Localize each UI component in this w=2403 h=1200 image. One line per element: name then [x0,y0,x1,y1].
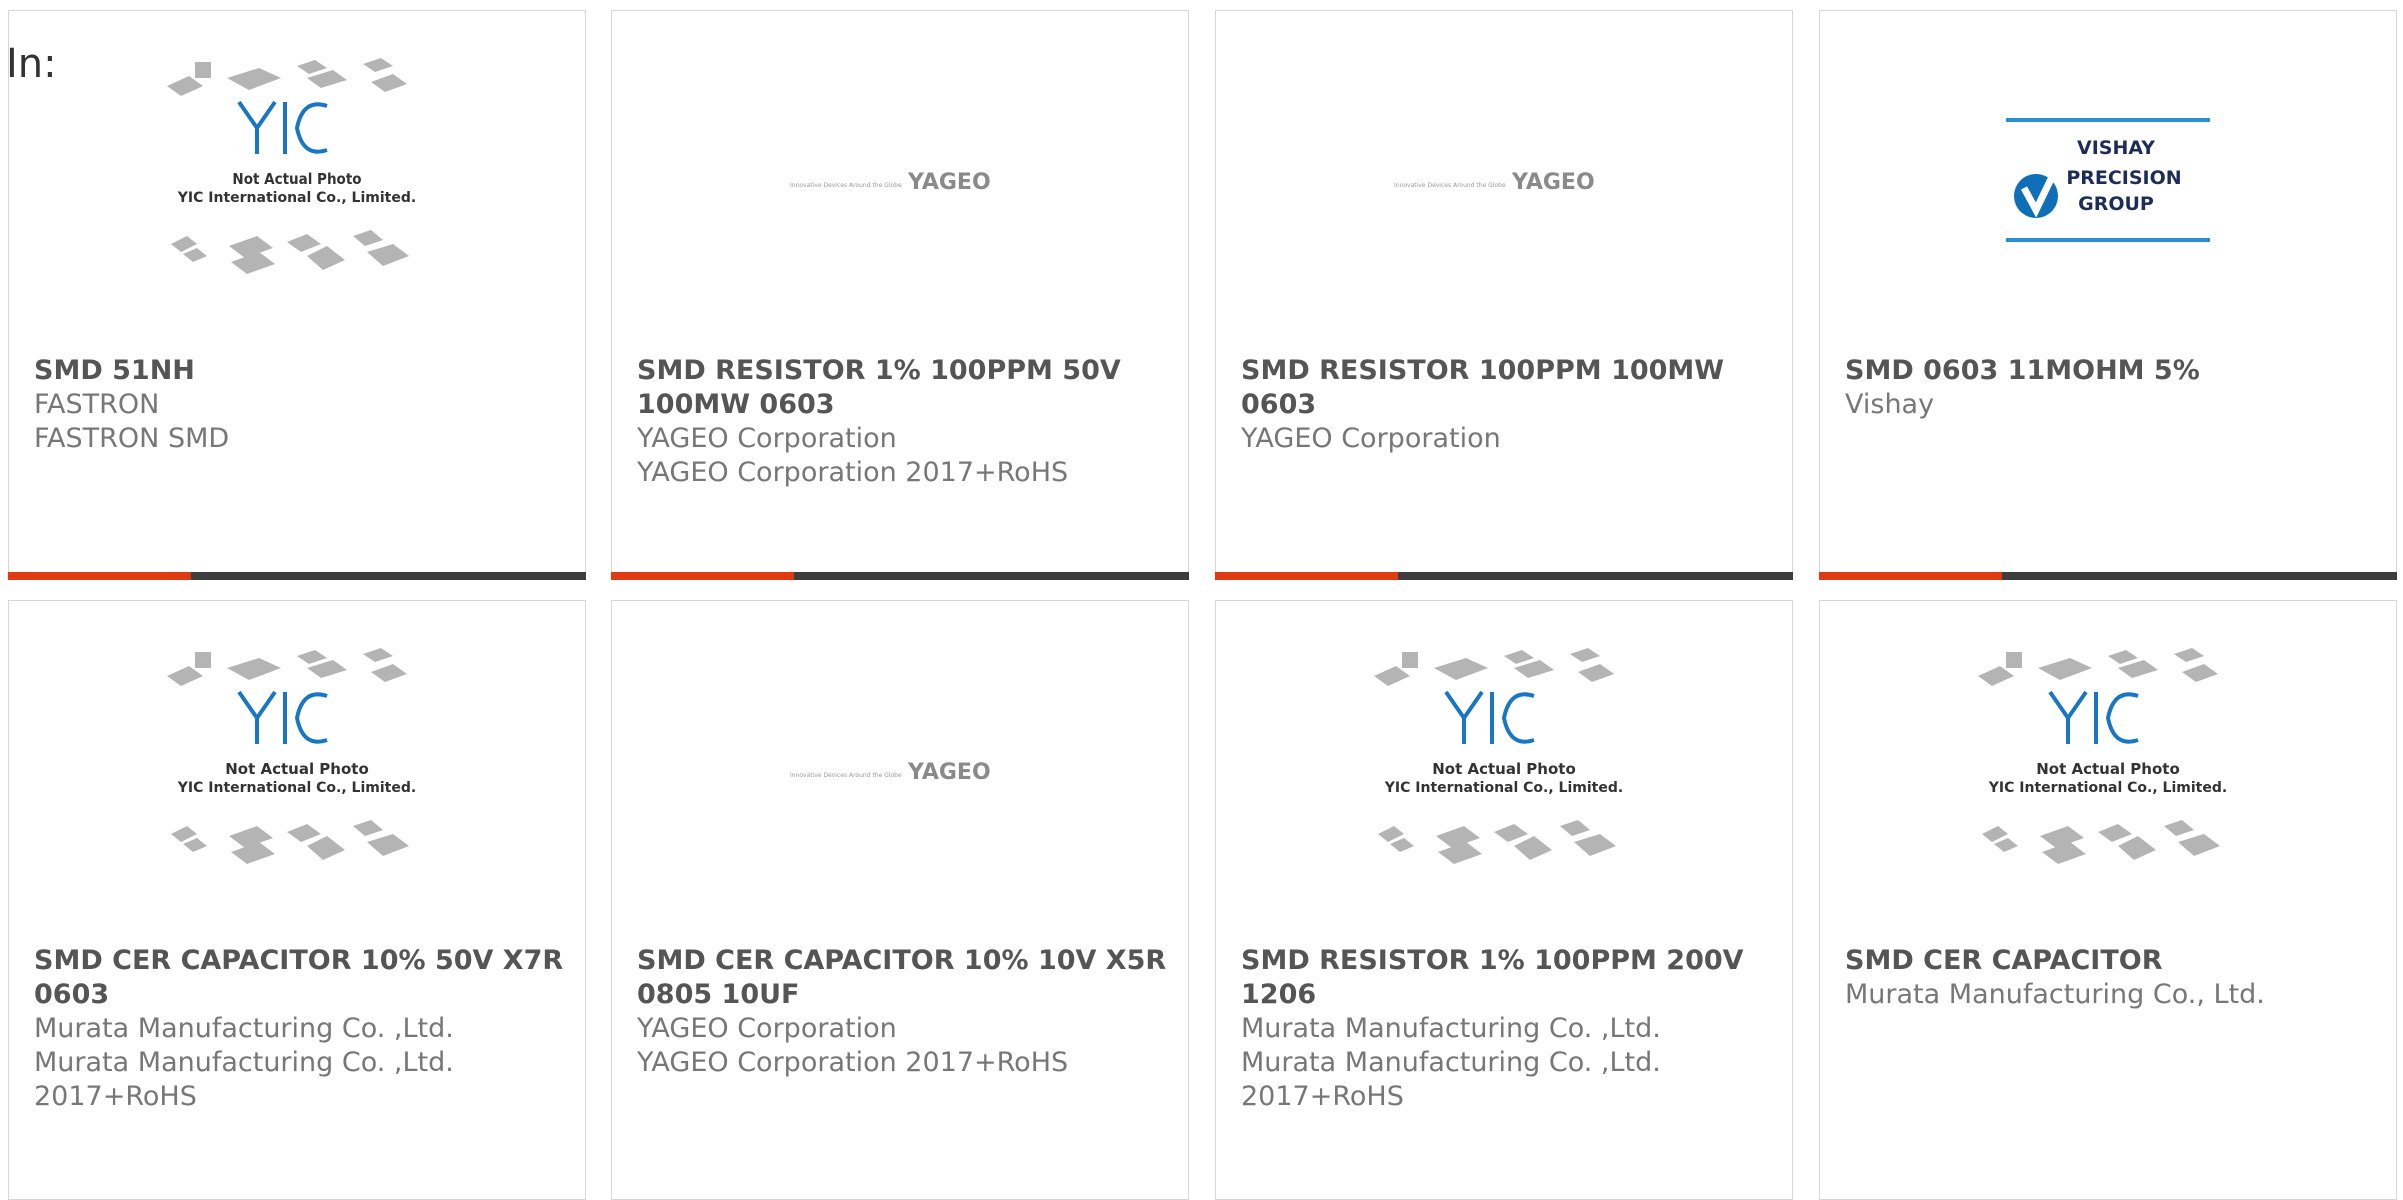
yageo-tagline: Innovative Devices Around the Globe [1394,182,1506,189]
product-grid: Not Actual Photo YIC International Co., … [8,10,2403,1200]
product-title[interactable]: SMD 0603 11MOHM 5% [1845,354,2376,388]
product-detail: Murata Manufacturing Co. ,Ltd. 2017+RoHS [34,1047,454,1112]
placeholder-line-1: Not Actual Photo [2036,760,2180,778]
product-card[interactable]: Not Actual Photo YIC International Co., … [8,600,586,1200]
yageo-logo-image: Innovative Devices Around the Globe YAGE… [790,170,991,195]
card-bottom-bar [611,572,1189,580]
yageo-name: YAGEO [1511,170,1595,195]
product-card[interactable]: Innovative Devices Around the Globe YAGE… [1215,10,1793,580]
product-manufacturer: YAGEO Corporation [1241,423,1501,454]
yageo-name: YAGEO [907,170,991,195]
in-label: In: [6,41,57,87]
product-image[interactable]: VISHAY PRECISION GROUP [1820,11,2396,351]
product-image[interactable]: Not Actual Photo YIC International Co., … [9,11,585,351]
product-card[interactable]: Not Actual Photo YIC International Co., … [8,10,586,580]
product-image[interactable]: Innovative Devices Around the Globe YAGE… [612,11,1188,351]
product-card[interactable]: Innovative Devices Around the Globe YAGE… [611,600,1189,1200]
product-title[interactable]: SMD CER CAPACITOR 10% 50V X7R 0603 [34,944,565,1012]
product-image[interactable]: Not Actual Photo YIC International Co., … [1820,601,2396,941]
placeholder-line-2: YIC International Co., Limited. [1384,780,1623,796]
product-manufacturer: Murata Manufacturing Co. ,Ltd. [34,1013,454,1044]
product-manufacturer: Vishay [1845,389,1935,420]
vishay-line-1: VISHAY [2077,137,2155,159]
product-detail: Murata Manufacturing Co. ,Ltd. 2017+RoHS [1241,1047,1661,1112]
yic-placeholder-image: Not Actual Photo YIC International Co., … [167,648,416,864]
card-accent-bar [1215,572,1398,580]
product-title[interactable]: SMD RESISTOR 1% 100PPM 200V 1206 [1241,944,1772,1012]
product-manufacturer: FASTRON [34,389,160,420]
product-card[interactable]: Not Actual Photo YIC International Co., … [1215,600,1793,1200]
placeholder-line-1: Not Actual Photo [232,170,361,188]
card-accent-bar [611,572,794,580]
product-title[interactable]: SMD RESISTOR 100PPM 100MW 0603 [1241,354,1772,422]
product-title[interactable]: SMD RESISTOR 1% 100PPM 50V 100MW 0603 [637,354,1168,422]
yageo-logo-image: Innovative Devices Around the Globe YAGE… [790,760,991,785]
card-bottom-bar [8,572,586,580]
product-manufacturer: YAGEO Corporation [637,423,897,454]
product-title[interactable]: SMD CER CAPACITOR 10% 10V X5R 0805 10UF [637,944,1168,1012]
product-detail: FASTRON SMD [34,423,230,454]
product-card[interactable]: Innovative Devices Around the Globe YAGE… [611,10,1189,580]
product-image[interactable]: Not Actual Photo YIC International Co., … [9,601,585,941]
yageo-tagline: Innovative Devices Around the Globe [790,772,902,779]
placeholder-line-1: Not Actual Photo [1432,760,1576,778]
yic-placeholder-image: Not Actual Photo YIC International Co., … [167,58,416,274]
product-title[interactable]: SMD 51NH [34,354,565,388]
product-card[interactable]: Not Actual Photo YIC International Co., … [1819,600,2397,1200]
yic-placeholder-image: Not Actual Photo YIC International Co., … [1374,648,1623,864]
product-manufacturer: Murata Manufacturing Co. ,Ltd. [1241,1013,1661,1044]
card-bottom-bar [1215,572,1793,580]
product-manufacturer: YAGEO Corporation [637,1013,897,1044]
placeholder-line-2: YIC International Co., Limited. [177,780,416,796]
yageo-logo-image: Innovative Devices Around the Globe YAGE… [1394,170,1595,195]
placeholder-line-1: Not Actual Photo [225,760,369,778]
vishay-logo-image: VISHAY PRECISION GROUP [2006,118,2210,242]
placeholder-line-2: YIC International Co., Limited. [177,190,416,206]
card-accent-bar [8,572,191,580]
product-manufacturer: Murata Manufacturing Co., Ltd. [1845,979,2265,1010]
vishay-line-3: GROUP [2078,193,2154,215]
product-image[interactable]: Not Actual Photo YIC International Co., … [1216,601,1792,941]
product-detail: YAGEO Corporation 2017+RoHS [637,457,1069,488]
card-bottom-bar [1819,572,2397,580]
yageo-tagline: Innovative Devices Around the Globe [790,182,902,189]
product-image[interactable]: Innovative Devices Around the Globe YAGE… [612,601,1188,941]
product-image[interactable]: Innovative Devices Around the Globe YAGE… [1216,11,1792,351]
card-accent-bar [1819,572,2002,580]
yageo-name: YAGEO [907,760,991,785]
product-title[interactable]: SMD CER CAPACITOR [1845,944,2376,978]
product-card[interactable]: VISHAY PRECISION GROUP SMD 0603 11MOHM 5… [1819,10,2397,580]
vishay-line-2: PRECISION [2066,167,2181,189]
yic-placeholder-image: Not Actual Photo YIC International Co., … [1978,648,2227,864]
placeholder-line-2: YIC International Co., Limited. [1988,780,2227,796]
product-detail: YAGEO Corporation 2017+RoHS [637,1047,1069,1078]
